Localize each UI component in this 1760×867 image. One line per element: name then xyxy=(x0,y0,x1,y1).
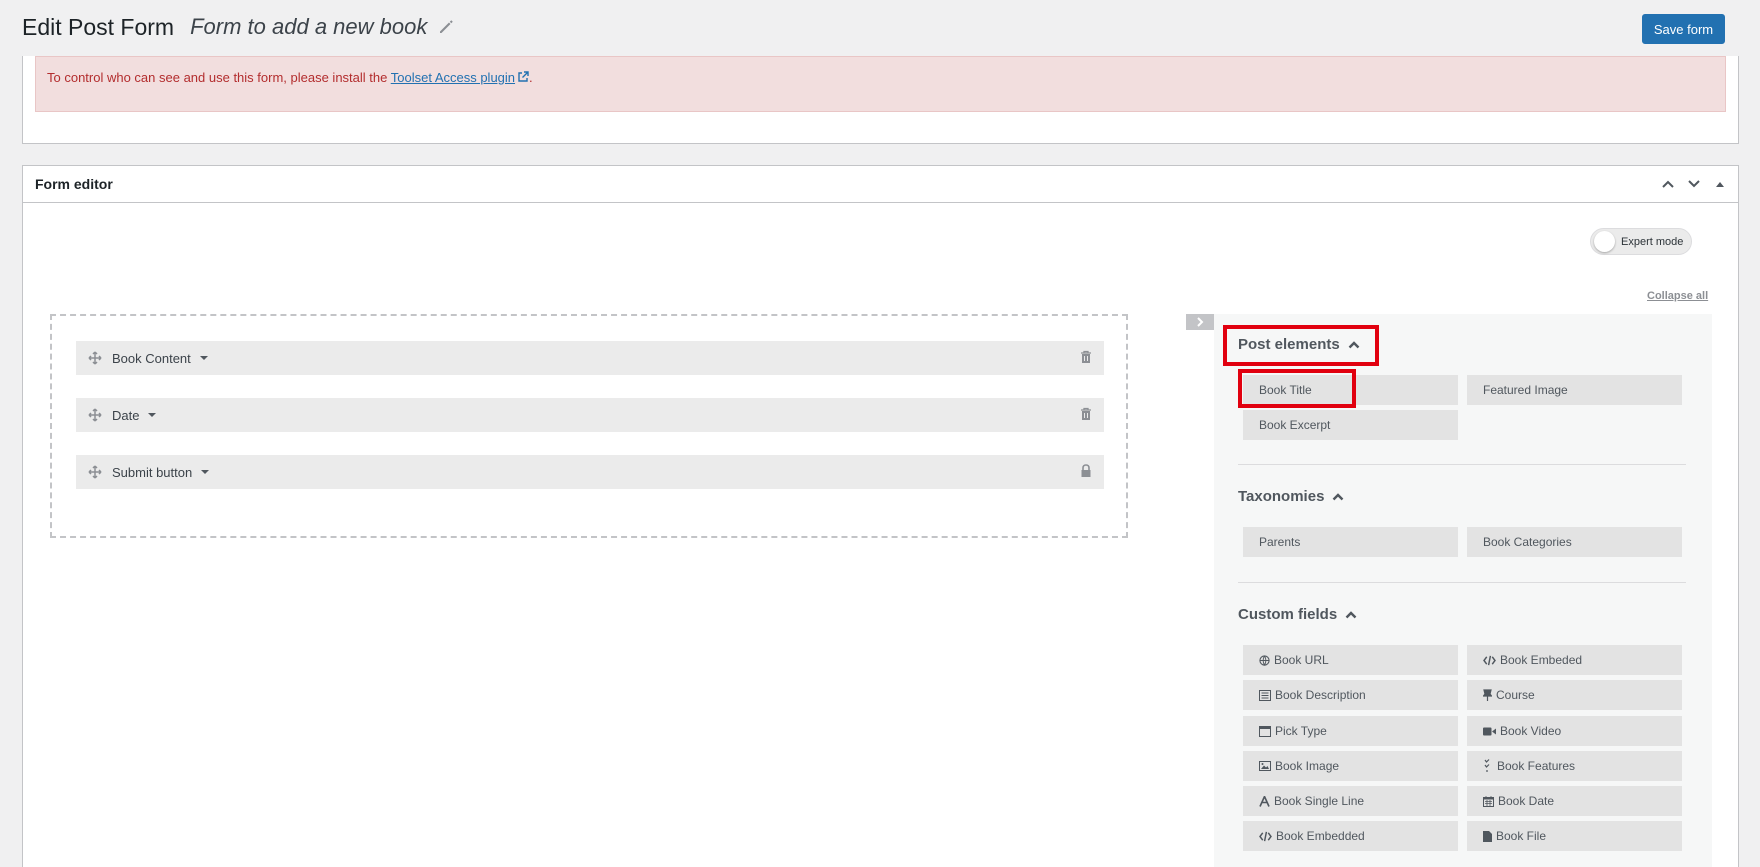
highlight-box xyxy=(1223,325,1379,366)
file-icon xyxy=(1483,830,1492,842)
element-book-single-line[interactable]: Book Single Line xyxy=(1243,786,1458,816)
element-book-url[interactable]: Book URL xyxy=(1243,645,1458,675)
element-label: Book Date xyxy=(1498,794,1555,808)
move-up-icon[interactable] xyxy=(1660,175,1676,193)
element-label: Book Video xyxy=(1500,724,1562,738)
element-label: Featured Image xyxy=(1483,383,1568,397)
panel-controls xyxy=(1660,175,1728,193)
element-label: Parents xyxy=(1259,535,1301,549)
element-label: Book Features xyxy=(1497,759,1576,773)
video-icon xyxy=(1483,727,1496,736)
external-link-icon[interactable] xyxy=(517,71,529,86)
field-label: Submit button xyxy=(112,464,193,480)
elements-sidebar: Post elements Book Title Featured Image … xyxy=(1214,314,1712,867)
move-down-icon[interactable] xyxy=(1686,175,1702,193)
window-icon xyxy=(1259,725,1271,737)
element-label: Book Categories xyxy=(1483,535,1572,549)
element-book-features[interactable]: Book Features xyxy=(1467,751,1682,781)
element-parents[interactable]: Parents xyxy=(1243,527,1458,557)
element-label: Book Excerpt xyxy=(1259,418,1331,432)
toggle-panel-icon[interactable] xyxy=(1712,175,1728,193)
element-label: Book URL xyxy=(1274,653,1329,667)
section-toggle-custom-fields[interactable]: Custom fields xyxy=(1238,606,1357,623)
toolset-access-link[interactable]: Toolset Access plugin xyxy=(391,70,515,85)
chevron-right-icon xyxy=(1196,317,1204,327)
element-label: Book Description xyxy=(1275,688,1366,702)
element-book-file[interactable]: Book File xyxy=(1467,821,1682,851)
toggle-knob xyxy=(1594,231,1615,252)
divider xyxy=(1238,582,1686,583)
form-editor-title: Form editor xyxy=(35,176,113,192)
caret-down-icon[interactable] xyxy=(200,469,210,475)
code-icon xyxy=(1259,831,1272,842)
element-book-categories[interactable]: Book Categories xyxy=(1467,527,1682,557)
collapse-all-link[interactable]: Collapse all xyxy=(1647,290,1708,302)
chevron-up-icon xyxy=(1345,610,1357,619)
field-row-book-content[interactable]: Book Content xyxy=(76,341,1104,375)
globe-icon xyxy=(1259,654,1270,666)
element-course[interactable]: Course xyxy=(1467,680,1682,710)
paragraph-icon xyxy=(1259,689,1271,701)
title-bar: Edit Post Form Form to add a new book xyxy=(22,12,455,42)
element-book-date[interactable]: Book Date xyxy=(1467,786,1682,816)
field-row-date[interactable]: Date xyxy=(76,398,1104,432)
trash-icon[interactable] xyxy=(1080,407,1092,421)
element-label: Book Embeded xyxy=(1500,653,1583,667)
form-name[interactable]: Form to add a new book xyxy=(190,14,427,40)
drag-handle-icon[interactable] xyxy=(88,465,102,479)
element-book-excerpt[interactable]: Book Excerpt xyxy=(1243,410,1458,440)
element-label: Book Single Line xyxy=(1274,794,1365,808)
expert-mode-label: Expert mode xyxy=(1621,235,1684,248)
notice-panel: To control who can see and use this form… xyxy=(22,56,1739,144)
pencil-icon[interactable] xyxy=(437,18,455,36)
element-label: Pick Type xyxy=(1275,724,1327,738)
chevron-up-icon xyxy=(1332,492,1344,501)
calendar-icon xyxy=(1483,795,1494,807)
expert-mode-toggle[interactable]: Expert mode xyxy=(1590,228,1692,255)
field-row-submit-button[interactable]: Submit button xyxy=(76,455,1104,489)
element-book-embedded[interactable]: Book Embedded xyxy=(1243,821,1458,851)
lock-icon xyxy=(1080,464,1092,478)
sidebar-toggle-button[interactable] xyxy=(1186,314,1214,330)
page-title: Edit Post Form xyxy=(22,13,175,40)
access-notice: To control who can see and use this form… xyxy=(35,56,1726,112)
element-pick-type[interactable]: Pick Type xyxy=(1243,716,1458,746)
element-featured-image[interactable]: Featured Image xyxy=(1467,375,1682,405)
drag-handle-icon[interactable] xyxy=(88,351,102,365)
save-form-button[interactable]: Save form xyxy=(1642,14,1725,44)
image-icon xyxy=(1259,761,1271,771)
form-canvas: Book Content Date Submit button xyxy=(50,314,1128,538)
section-toggle-taxonomies[interactable]: Taxonomies xyxy=(1238,488,1344,505)
section-title: Custom fields xyxy=(1238,606,1338,623)
element-label: Book File xyxy=(1496,829,1547,843)
element-label: Book Embedded xyxy=(1276,829,1365,843)
form-editor-header: Form editor xyxy=(23,166,1738,203)
element-book-image[interactable]: Book Image xyxy=(1243,751,1458,781)
caret-down-icon[interactable] xyxy=(147,412,157,418)
element-label: Book Image xyxy=(1275,759,1340,773)
caret-down-icon[interactable] xyxy=(199,355,209,361)
pin-icon xyxy=(1483,689,1492,701)
font-icon xyxy=(1259,795,1270,807)
element-book-description[interactable]: Book Description xyxy=(1243,680,1458,710)
highlight-box xyxy=(1238,369,1356,408)
field-label: Date xyxy=(112,407,140,423)
section-title: Taxonomies xyxy=(1238,488,1325,505)
drag-handle-icon[interactable] xyxy=(88,408,102,422)
field-label: Book Content xyxy=(112,350,191,366)
code-icon xyxy=(1483,655,1496,666)
element-book-embeded[interactable]: Book Embeded xyxy=(1467,645,1682,675)
divider xyxy=(1238,464,1686,465)
notice-text: To control who can see and use this form… xyxy=(47,70,391,85)
element-label: Course xyxy=(1496,688,1535,702)
element-book-video[interactable]: Book Video xyxy=(1467,716,1682,746)
checklist-icon xyxy=(1483,759,1493,773)
notice-suffix: . xyxy=(529,70,533,85)
trash-icon[interactable] xyxy=(1080,350,1092,364)
